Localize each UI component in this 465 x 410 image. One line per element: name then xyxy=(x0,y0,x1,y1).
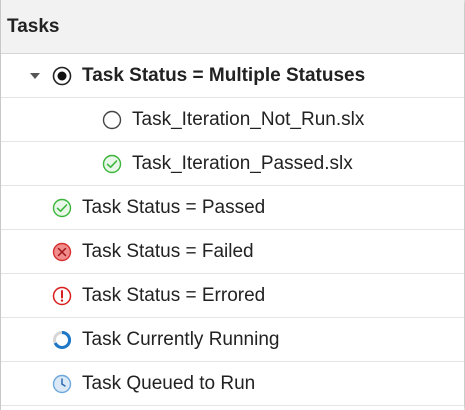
tree-row-multiple-statuses[interactable]: Task Status = Multiple Statuses xyxy=(1,54,464,98)
radio-selected-icon xyxy=(52,66,72,86)
tree-row-running[interactable]: Task Currently Running xyxy=(1,318,464,362)
row-label: Task_Iteration_Passed.slx xyxy=(132,152,353,174)
tree-row-failed[interactable]: Task Status = Failed xyxy=(1,230,464,274)
running-spinner-icon xyxy=(52,330,72,350)
expand-triangle-icon[interactable] xyxy=(28,69,42,83)
row-label: Task Status = Errored xyxy=(82,284,266,306)
failed-x-icon xyxy=(52,242,72,262)
tree-row-queued[interactable]: Task Queued to Run xyxy=(1,362,464,406)
tree-row-iteration-passed[interactable]: Task_Iteration_Passed.slx xyxy=(1,142,464,186)
row-label: Task Status = Multiple Statuses xyxy=(82,64,366,86)
row-label: Task Status = Failed xyxy=(82,240,254,262)
tasks-panel: Tasks Task Status = Multiple Statuses Ta… xyxy=(0,0,464,410)
row-label: Task Status = Passed xyxy=(82,196,266,218)
row-label: Task Queued to Run xyxy=(82,372,256,394)
not-run-circle-icon xyxy=(102,110,122,130)
tree-row-iteration-not-run[interactable]: Task_Iteration_Not_Run.slx xyxy=(1,98,464,142)
tree-row-errored[interactable]: Task Status = Errored xyxy=(1,274,464,318)
row-label: Task Currently Running xyxy=(82,328,280,350)
row-label: Task_Iteration_Not_Run.slx xyxy=(132,108,365,130)
passed-check-icon xyxy=(102,154,122,174)
errored-exclamation-icon xyxy=(52,286,72,306)
tasks-title: Tasks xyxy=(7,15,60,37)
passed-check-icon xyxy=(52,198,72,218)
tree-row-passed[interactable]: Task Status = Passed xyxy=(1,186,464,230)
tasks-header: Tasks xyxy=(1,0,464,54)
queued-clock-icon xyxy=(52,374,72,394)
